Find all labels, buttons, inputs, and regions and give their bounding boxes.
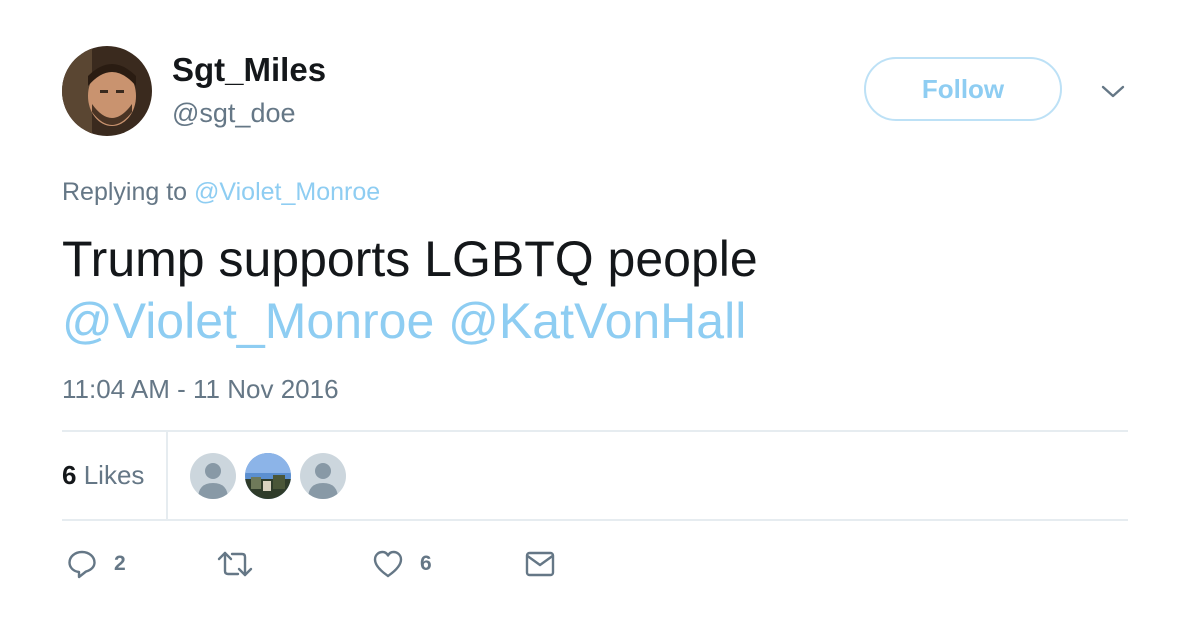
- follow-button[interactable]: Follow: [864, 57, 1062, 121]
- like-button[interactable]: 6: [372, 548, 432, 580]
- chevron-down-icon[interactable]: [1100, 80, 1126, 102]
- tweet-mention-katvonhall[interactable]: @KatVonHall: [448, 293, 746, 349]
- stats-divider: [166, 432, 168, 519]
- liker-avatar-3[interactable]: [300, 453, 346, 499]
- profile-photo: [62, 46, 152, 136]
- tweet-mentions: @Violet_Monroe @KatVonHall: [62, 290, 746, 352]
- like-count: 6: [420, 552, 432, 575]
- reply-icon: [68, 550, 96, 579]
- profile-avatar[interactable]: [62, 46, 152, 136]
- divider-top: [62, 430, 1128, 432]
- likes-label: Likes: [83, 460, 145, 490]
- retweet-icon: [217, 551, 253, 577]
- photo-avatar: [245, 453, 291, 499]
- tweet-text: Trump supports LGBTQ people: [62, 231, 758, 287]
- user-handle[interactable]: @sgt_doe: [172, 96, 296, 130]
- default-avatar-icon: [190, 453, 236, 499]
- display-name[interactable]: Sgt_Miles: [172, 50, 326, 90]
- likes-stat[interactable]: 6 Likes: [62, 459, 144, 491]
- envelope-icon: [525, 551, 555, 577]
- reply-context: Replying to @Violet_Monroe: [62, 176, 380, 208]
- likes-count: 6: [62, 460, 77, 490]
- tweet-mention-violet[interactable]: @Violet_Monroe: [62, 293, 434, 349]
- heart-icon: [373, 550, 403, 578]
- retweet-button[interactable]: [216, 548, 254, 580]
- tweet-timestamp[interactable]: 11:04 AM - 11 Nov 2016: [62, 372, 339, 406]
- default-avatar-icon: [300, 453, 346, 499]
- liker-avatar-1[interactable]: [190, 453, 236, 499]
- direct-message-button[interactable]: [524, 548, 556, 580]
- reply-count: 2: [114, 552, 126, 575]
- reply-context-prefix: Replying to: [62, 178, 188, 206]
- reply-context-mention[interactable]: @Violet_Monroe: [194, 178, 380, 206]
- liker-avatar-2[interactable]: [245, 453, 291, 499]
- reply-button[interactable]: 2: [66, 548, 126, 580]
- divider-bottom: [62, 519, 1128, 521]
